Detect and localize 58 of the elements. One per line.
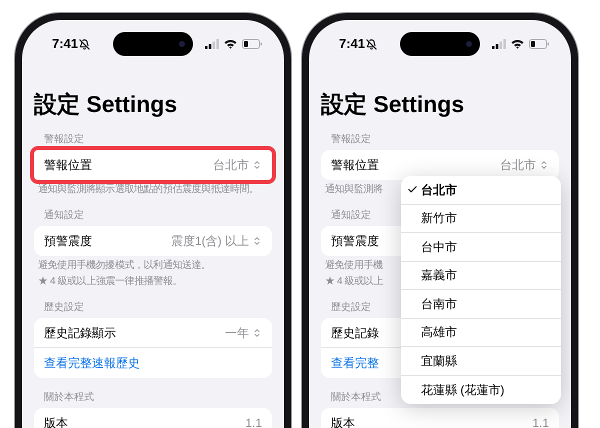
row-value: 1.1	[245, 415, 262, 428]
menu-item[interactable]: 台南市	[401, 290, 561, 318]
signal-icon	[205, 39, 219, 49]
section-footnote: 通知與監測將顯示選取地點的預估震度與抵達時間。	[37, 183, 260, 196]
menu-item[interactable]: 宜蘭縣	[401, 347, 561, 376]
row-label: 預警震度	[44, 233, 92, 250]
row-label: 歷史記錄顯示	[44, 324, 116, 342]
row-value: 台北市	[500, 157, 536, 174]
battery-icon	[242, 39, 262, 49]
row-value: 台北市	[213, 157, 249, 174]
section-header: 關於本程式	[330, 390, 382, 405]
menu-item[interactable]: 嘉義市	[401, 262, 561, 290]
up-down-chevron-icon	[252, 328, 262, 338]
picker-row[interactable]: 歷史記錄顯示 一年	[34, 318, 272, 348]
section-header: 警報設定	[330, 132, 372, 147]
menu-item[interactable]: 高雄市	[401, 318, 561, 347]
bell-off-icon	[79, 38, 90, 50]
picker-row[interactable]: 警報位置 台北市	[321, 150, 559, 180]
history-link[interactable]: 查看完整	[331, 354, 379, 372]
up-down-chevron-icon	[252, 160, 262, 170]
section-header: 歷史設定	[330, 300, 372, 315]
check-icon	[407, 184, 418, 196]
section-footnote: 避免使用手機勿擾模式，以利通知送達。	[37, 259, 212, 272]
wifi-icon	[224, 39, 237, 49]
page-title: 設定 Settings	[34, 90, 178, 118]
section-header: 警報設定	[43, 132, 85, 147]
section-footnote: 避免使用手機	[324, 259, 384, 272]
bell-off-icon	[366, 38, 378, 50]
menu-item[interactable]: 新竹市	[401, 204, 561, 233]
section-header: 關於本程式	[43, 390, 95, 405]
wifi-icon	[511, 39, 524, 49]
row-value: 震度1(含) 以上	[171, 233, 249, 250]
up-down-chevron-icon	[252, 236, 262, 246]
section-header: 通知設定	[43, 208, 85, 223]
row-label: 警報位置	[44, 157, 92, 174]
section-header: 通知設定	[330, 208, 372, 223]
camera-icon	[179, 41, 185, 47]
picker-row[interactable]: 警報位置 台北市	[34, 150, 272, 180]
camera-icon	[466, 41, 472, 47]
signal-icon	[492, 39, 506, 49]
row-value: 1.1	[532, 415, 549, 428]
page-title: 設定 Settings	[321, 90, 466, 118]
row-label: 歷史記錄	[331, 324, 379, 342]
history-link[interactable]: 查看完整速報歷史	[44, 354, 140, 372]
status-time: 7:41	[52, 35, 78, 54]
battery-icon	[529, 39, 549, 49]
menu-item[interactable]: 台中市	[401, 233, 561, 262]
section-header: 歷史設定	[43, 300, 85, 315]
section-footnote: 通知與監測將	[324, 183, 384, 196]
up-down-chevron-icon	[539, 160, 549, 170]
status-time: 7:41	[339, 35, 366, 54]
section-footnote: ★ 4 級或以上強震一律推播警報。	[37, 275, 184, 288]
row-value: 一年	[225, 324, 249, 342]
menu-item[interactable]: 花蓮縣 (花蓮市)	[401, 376, 561, 404]
section-footnote: ★ 4 級或以上	[324, 275, 384, 288]
picker-row[interactable]: 預警震度 震度1(含) 以上	[34, 226, 272, 256]
row-label: 警報位置	[331, 157, 379, 174]
menu-item[interactable]: 台北市	[401, 176, 561, 204]
